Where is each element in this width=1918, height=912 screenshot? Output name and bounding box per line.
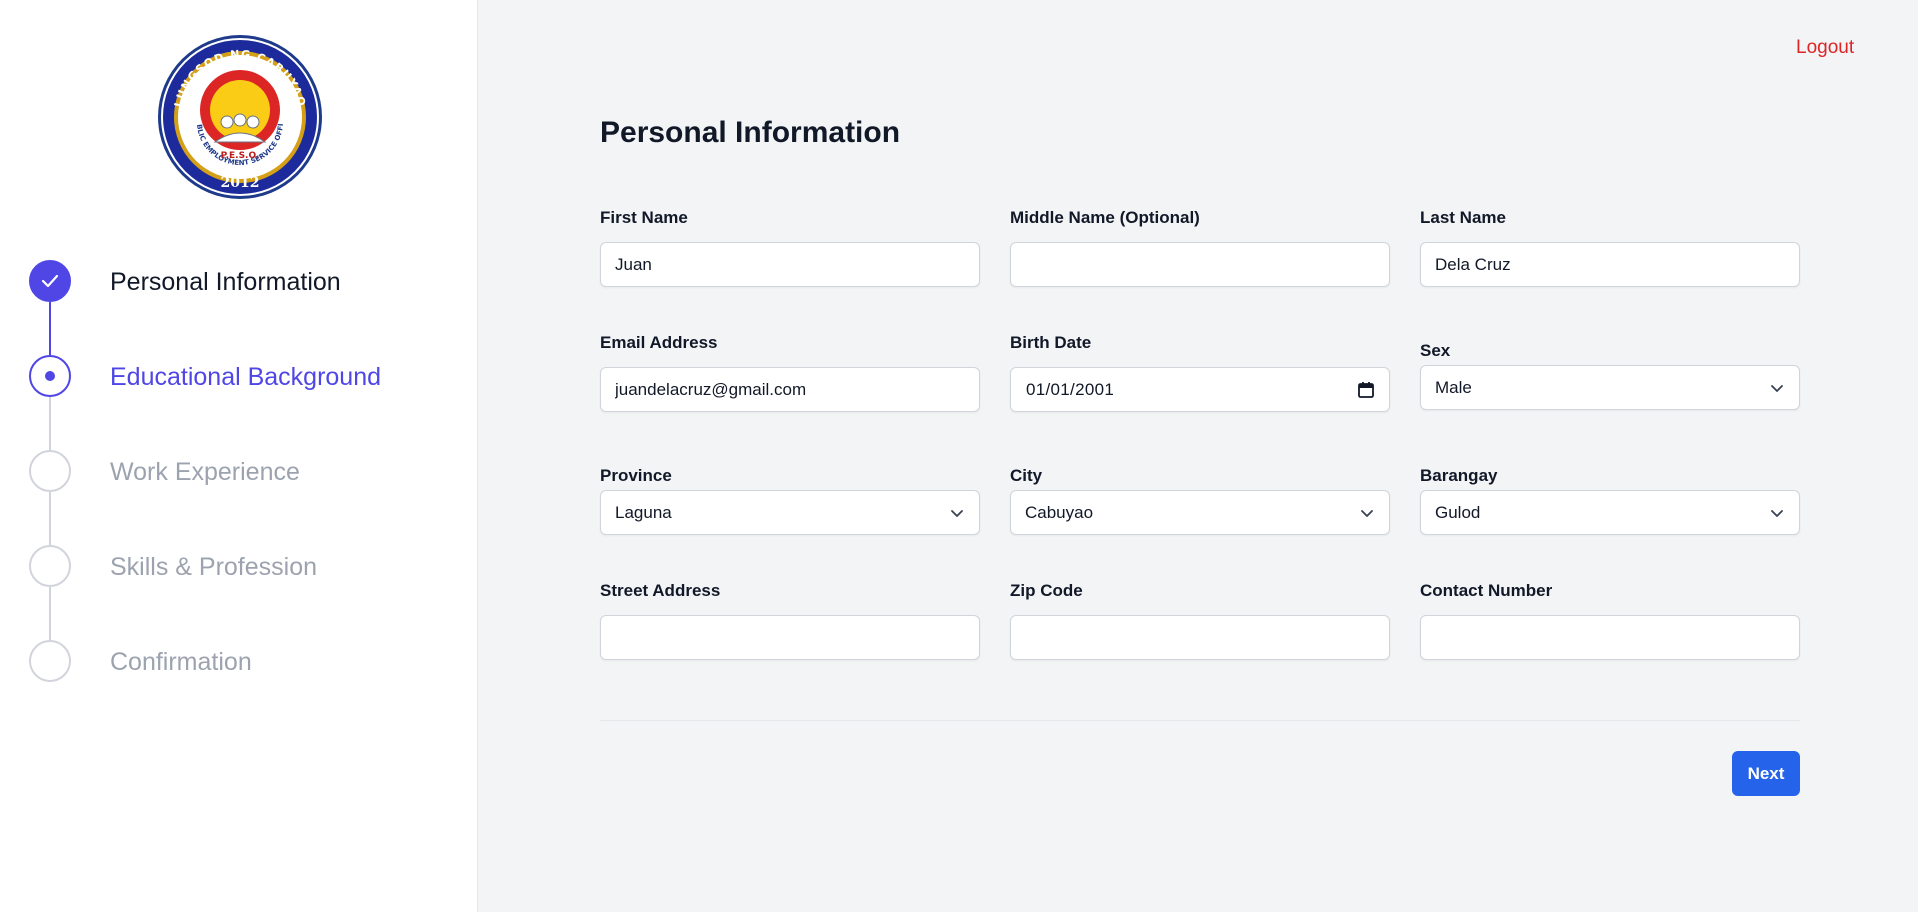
province-label: Province [600, 466, 672, 485]
step-label: Educational Background [110, 363, 382, 391]
email-label: Email Address [600, 333, 718, 352]
last-name-label: Last Name [1420, 208, 1506, 227]
logout-link[interactable]: Logout [1796, 37, 1854, 59]
current-dot [45, 371, 55, 381]
step-indicator-completed [29, 260, 71, 302]
birth-date-label: Birth Date [1010, 333, 1092, 352]
chevron-down-icon [1771, 510, 1783, 517]
svg-text:2012: 2012 [221, 175, 260, 191]
city-label: City [1010, 466, 1043, 485]
birth-date-input[interactable]: 01/01/2001 [1010, 367, 1390, 412]
contact-number-label: Contact Number [1420, 581, 1553, 600]
step-work-experience[interactable]: Work Experience [29, 450, 469, 492]
first-name-input[interactable] [600, 242, 980, 287]
barangay-select[interactable]: Gulod [1420, 490, 1800, 535]
sex-select[interactable]: Male [1420, 365, 1800, 410]
page-title: Personal Information [600, 116, 901, 149]
chevron-down-icon [1771, 385, 1783, 392]
barangay-value: Gulod [1435, 503, 1481, 522]
step-indicator-current [29, 355, 71, 397]
city-select[interactable]: Cabuyao [1010, 490, 1390, 535]
sex-value: Male [1435, 378, 1472, 397]
email-input[interactable] [600, 367, 980, 412]
chevron-down-icon [951, 510, 963, 517]
step-confirmation[interactable]: Confirmation [29, 640, 469, 682]
checkmark-icon [41, 274, 59, 288]
street-address-input[interactable] [600, 615, 980, 660]
zip-code-input[interactable] [1010, 615, 1390, 660]
step-connector [49, 492, 51, 546]
step-indicator-upcoming [29, 545, 71, 587]
step-connector [49, 397, 51, 451]
next-button[interactable]: Next [1732, 751, 1800, 796]
step-label: Skills & Profession [110, 553, 318, 581]
contact-number-input[interactable] [1420, 615, 1800, 660]
step-personal-information[interactable]: Personal Information [29, 260, 469, 302]
step-label: Personal Information [110, 268, 341, 296]
form-divider [600, 720, 1800, 721]
middle-name-label: Middle Name (Optional) [1010, 208, 1200, 227]
barangay-label: Barangay [1420, 466, 1498, 485]
zip-code-label: Zip Code [1010, 581, 1083, 600]
step-skills-profession[interactable]: Skills & Profession [29, 545, 469, 587]
step-label: Confirmation [110, 648, 252, 676]
step-indicator-upcoming [29, 640, 71, 682]
calendar-icon[interactable] [1357, 381, 1375, 399]
birth-date-value: 01/01/2001 [1026, 380, 1115, 399]
step-connector [49, 302, 51, 356]
sidebar: LUNGSOD NG CABUYAO PUBLIC EMPLOYMENT SER… [0, 0, 478, 912]
province-value: Laguna [615, 503, 672, 522]
step-indicator-upcoming [29, 450, 71, 492]
sex-label: Sex [1420, 341, 1451, 360]
peso-logo: LUNGSOD NG CABUYAO PUBLIC EMPLOYMENT SER… [157, 34, 322, 199]
last-name-input[interactable] [1420, 242, 1800, 287]
city-value: Cabuyao [1025, 503, 1094, 522]
step-connector [49, 587, 51, 641]
middle-name-input[interactable] [1010, 242, 1390, 287]
street-address-label: Street Address [600, 581, 721, 600]
svg-text:P.E.S.O.: P.E.S.O. [221, 151, 260, 161]
first-name-label: First Name [600, 208, 688, 227]
step-label: Work Experience [110, 458, 300, 486]
chevron-down-icon [1361, 510, 1373, 517]
step-educational-background[interactable]: Educational Background [29, 355, 469, 397]
province-select[interactable]: Laguna [600, 490, 980, 535]
